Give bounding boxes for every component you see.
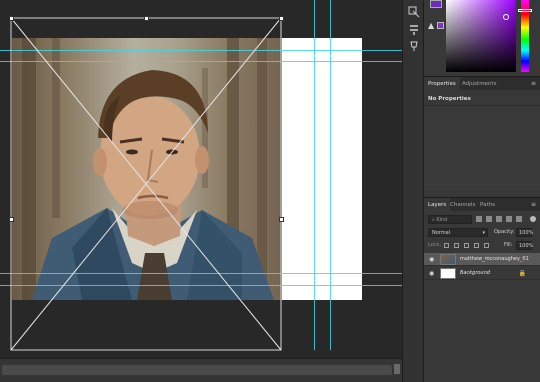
hue-slider-marker[interactable] (518, 9, 532, 12)
layers-panel: Layers Channels Paths ≡ ⌕ Kind Normal ▾ … (424, 197, 540, 382)
transform-handle-right[interactable] (279, 217, 284, 222)
layer-name[interactable]: Background (460, 270, 490, 276)
lock-all-icon[interactable] (484, 243, 489, 248)
clone-source-icon[interactable] (406, 38, 422, 54)
color-field[interactable] (446, 0, 516, 72)
transform-handle-left[interactable] (9, 217, 14, 222)
layer-thumbnail (440, 268, 456, 279)
lock-image-icon[interactable] (454, 243, 459, 248)
opacity-label: Opacity: (494, 229, 515, 235)
document-canvas[interactable] (0, 0, 402, 382)
layer-filter-row: ⌕ Kind (424, 213, 540, 225)
scroll-thumb[interactable] (2, 365, 392, 375)
type-filter-icon[interactable] (496, 216, 502, 222)
transform-handle-top[interactable] (144, 16, 149, 21)
lock-position-icon[interactable] (464, 243, 469, 248)
layer-name[interactable]: matthew_mcconaughey_01 (460, 256, 529, 262)
lock-artboard-icon[interactable] (474, 243, 479, 248)
color-picker-panel: ▲ (424, 0, 540, 76)
tab-properties[interactable]: Properties (424, 77, 460, 91)
lock-label: Lock: (428, 242, 442, 248)
blend-mode-select[interactable]: Normal ▾ (428, 228, 488, 237)
horizontal-scrollbar[interactable] (0, 358, 402, 382)
history-icon[interactable] (406, 4, 422, 20)
guide-horizontal[interactable] (0, 61, 402, 62)
placed-photo[interactable] (12, 38, 282, 300)
tab-paths[interactable]: Paths (476, 198, 499, 212)
filter-toggle-icon[interactable] (530, 216, 536, 222)
pixel-filter-icon[interactable] (476, 216, 482, 222)
hamburger-menu-icon[interactable]: ≡ (531, 201, 536, 208)
scroll-grip-icon[interactable] (394, 364, 400, 374)
adjustment-filter-icon[interactable] (486, 216, 492, 222)
hamburger-menu-icon[interactable]: ≡ (531, 80, 536, 87)
guide-vertical[interactable] (314, 0, 315, 350)
guide-vertical[interactable] (330, 0, 331, 350)
properties-tab-bar: Properties Adjustments ≡ (424, 76, 540, 91)
color-pointer[interactable] (503, 14, 509, 20)
guide-horizontal[interactable] (0, 273, 402, 274)
layers-tab-bar: Layers Channels Paths ≡ (424, 197, 540, 212)
layer-thumbnail (440, 254, 456, 265)
layer-kind-filter[interactable]: ⌕ Kind (428, 215, 472, 224)
warning-triangle-icon[interactable]: ▲ (428, 21, 434, 30)
no-properties-label: No Properties (428, 96, 471, 102)
brush-settings-icon[interactable] (406, 22, 422, 38)
smart-object-filter-icon[interactable] (516, 216, 522, 222)
guide-horizontal[interactable] (0, 285, 402, 286)
lock-icon[interactable]: 🔒 (519, 270, 526, 277)
eye-icon[interactable]: ◉ (429, 256, 434, 263)
foreground-color-swatch[interactable] (430, 0, 442, 8)
shape-filter-icon[interactable] (506, 216, 512, 222)
tab-channels[interactable]: Channels (446, 198, 479, 212)
layer-row[interactable]: ◉ Background 🔒 (424, 267, 540, 280)
fill-label: Fill: (504, 242, 513, 248)
tab-adjustments[interactable]: Adjustments (458, 77, 500, 91)
properties-body (424, 105, 540, 191)
kind-label: Kind (436, 217, 448, 223)
lock-row: Lock: Fill: 100% (424, 240, 540, 252)
panel-icon-strip (402, 0, 424, 382)
eye-icon[interactable]: ◉ (429, 270, 434, 277)
layer-row[interactable]: ◉ matthew_mcconaughey_01 (424, 253, 540, 266)
portrait-illustration (12, 38, 282, 300)
guide-horizontal[interactable] (0, 50, 402, 51)
chevron-down-icon: ▾ (482, 230, 485, 236)
fill-input[interactable]: 100% (516, 241, 533, 250)
blend-mode-value: Normal (432, 230, 451, 236)
transform-handle-top-left[interactable] (9, 16, 14, 21)
transform-handle-top-right[interactable] (279, 16, 284, 21)
blend-row: Normal ▾ Opacity: 100% (424, 227, 540, 239)
lock-transparent-icon[interactable] (444, 243, 449, 248)
right-panel-dock: ▲ Properties Adjustments ≡ No Properties… (424, 0, 540, 382)
opacity-input[interactable]: 100% (516, 228, 533, 237)
web-safe-color-swatch[interactable] (437, 22, 444, 29)
